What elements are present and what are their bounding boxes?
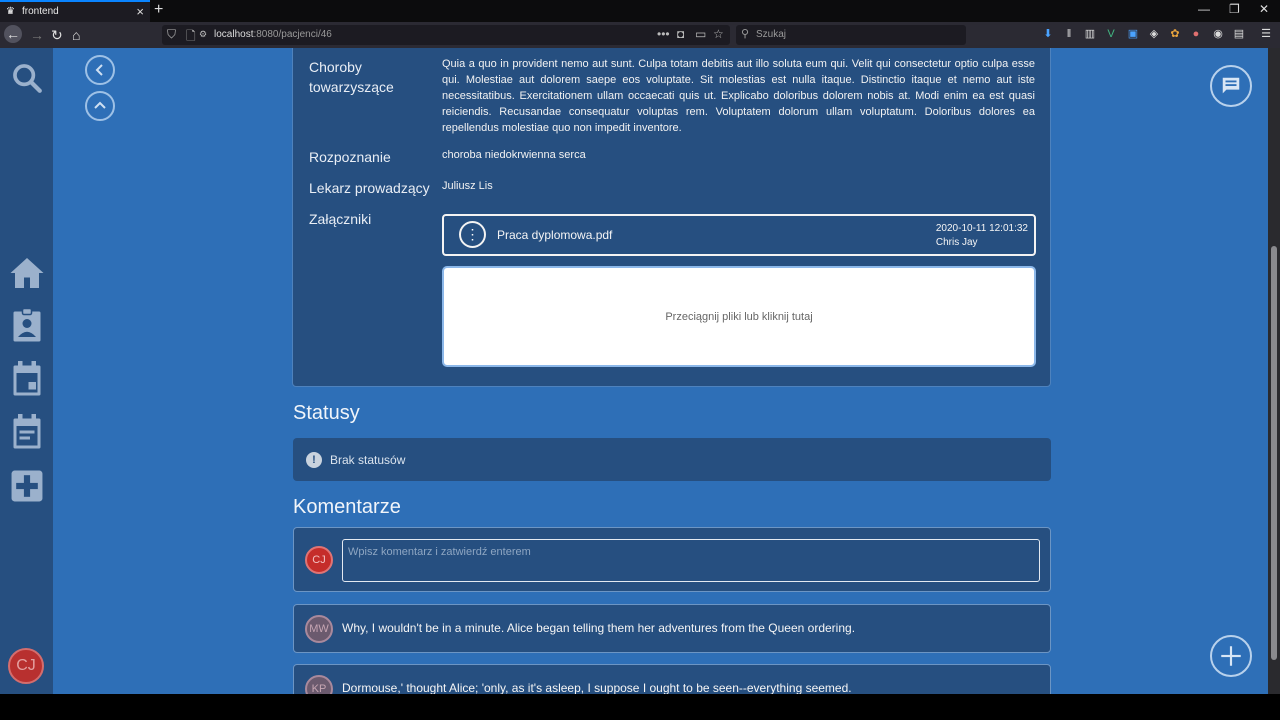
warning-icon: ! bbox=[306, 452, 322, 468]
extension-4-icon[interactable]: ● bbox=[1189, 27, 1203, 41]
patient-details-card: Choroby towarzyszące Quia a quo in provi… bbox=[292, 48, 1051, 387]
current-user-avatar: CJ bbox=[305, 546, 333, 574]
sidebar-toggle-icon[interactable]: ▥ bbox=[1083, 27, 1097, 41]
statuses-heading: Statusy bbox=[293, 402, 360, 424]
page-info-icon[interactable]: 🗋 bbox=[186, 27, 196, 48]
taskbar bbox=[0, 694, 1280, 720]
attachment-filename[interactable]: Praca dyplomowa.pdf bbox=[497, 228, 612, 242]
search-icon[interactable] bbox=[9, 60, 45, 96]
browser-nav-bar: ← → ↻ ⌂ ⛉ 🗋 ⚙ localhost:8080/pacjenci/46… bbox=[0, 22, 1280, 48]
statuses-empty-box: ! Brak statusów bbox=[293, 438, 1051, 481]
permissions-icon[interactable]: ⚙ bbox=[199, 29, 207, 40]
comorbidities-value: Quia a quo in provident nemo aut sunt. C… bbox=[442, 58, 1035, 134]
tab-close-icon[interactable]: × bbox=[136, 4, 144, 19]
more-options-icon[interactable]: ⋮ bbox=[459, 221, 486, 248]
diagnosis-value: choroba niedokrwienna serca bbox=[442, 149, 586, 161]
attending-doctor-value: Juliusz Lis bbox=[442, 180, 493, 192]
account-icon[interactable]: ◉ bbox=[1211, 27, 1225, 41]
comment-author-avatar: MW bbox=[305, 615, 333, 643]
vue-devtools-icon[interactable]: V bbox=[1104, 27, 1118, 41]
file-dropzone[interactable]: Przeciągnij pliki lub kliknij tutaj bbox=[442, 266, 1036, 367]
scroll-top-button[interactable] bbox=[85, 91, 115, 121]
app-page: CJ Choroby towarzyszące Quia a quo in pr… bbox=[0, 48, 1280, 694]
page-scrollbar[interactable] bbox=[1268, 48, 1280, 694]
comment-text: Dormouse,' thought Alice; 'only, as it's… bbox=[342, 681, 852, 694]
attachment-item[interactable]: ⋮ Praca dyplomowa.pdf 2020-10-11 12:01:3… bbox=[442, 214, 1036, 256]
extension-2-icon[interactable]: ◈ bbox=[1147, 27, 1161, 41]
scrollbar-thumb[interactable] bbox=[1271, 246, 1277, 660]
tab-title: frontend bbox=[22, 6, 59, 17]
restore-icon[interactable]: ❐ bbox=[1229, 2, 1240, 16]
downloads-icon[interactable]: ⬇ bbox=[1041, 27, 1055, 41]
home-icon[interactable]: ⌂ bbox=[72, 26, 80, 44]
search-bar[interactable]: ⚲ Szukaj bbox=[736, 25, 966, 45]
page-actions-icon[interactable]: ••• bbox=[657, 27, 670, 41]
attachment-date: 2020-10-11 12:01:32 bbox=[935, 223, 1028, 234]
window-close-icon[interactable]: ✕ bbox=[1259, 2, 1269, 16]
calendar-icon[interactable] bbox=[9, 361, 45, 397]
library-icon[interactable]: ‖ bbox=[1062, 27, 1076, 41]
comment-item: KP Dormouse,' thought Alice; 'only, as i… bbox=[293, 664, 1051, 694]
forward-icon[interactable]: → bbox=[30, 26, 44, 44]
url-path: :8080/pacjenci/46 bbox=[253, 29, 332, 40]
minimize-icon[interactable]: — bbox=[1198, 2, 1210, 16]
comment-input[interactable]: Wpisz komentarz i zatwierdź enterem bbox=[342, 539, 1040, 582]
extension-1-icon[interactable]: ▣ bbox=[1126, 27, 1140, 41]
patients-icon[interactable] bbox=[9, 307, 45, 343]
comment-text: Why, I wouldn't be in a minute. Alice be… bbox=[342, 621, 856, 635]
tab-favicon-icon: ♛ bbox=[6, 6, 15, 17]
comorbidities-label-line1: Choroby bbox=[309, 59, 362, 75]
statuses-empty-text: Brak statusów bbox=[330, 453, 406, 467]
extension-5-icon[interactable]: ▤ bbox=[1232, 27, 1246, 41]
comorbidities-label-line2: towarzyszące bbox=[309, 79, 394, 95]
url-host: localhost bbox=[214, 29, 254, 40]
reader-icon[interactable]: ▭ bbox=[695, 27, 706, 41]
url-text: localhost:8080/pacjenci/46 bbox=[214, 29, 332, 40]
attending-doctor-label: Lekarz prowadzący bbox=[309, 180, 430, 196]
home-icon[interactable] bbox=[9, 255, 45, 291]
user-avatar[interactable]: CJ bbox=[8, 648, 44, 684]
comments-heading: Komentarze bbox=[293, 496, 401, 518]
add-button[interactable] bbox=[1210, 635, 1252, 677]
search-placeholder: Szukaj bbox=[756, 29, 787, 40]
diagnosis-label: Rozpoznanie bbox=[309, 149, 391, 165]
pocket-icon[interactable]: ◘ bbox=[677, 27, 684, 41]
add-medical-icon[interactable] bbox=[9, 468, 45, 504]
attachment-author: Chris Jay bbox=[935, 237, 978, 248]
bookmark-star-icon[interactable]: ☆ bbox=[713, 27, 724, 41]
url-bar[interactable]: ⛉ 🗋 ⚙ localhost:8080/pacjenci/46 ••• ◘ ▭… bbox=[162, 25, 730, 45]
schedule-icon[interactable] bbox=[9, 414, 45, 450]
browser-tab[interactable]: ♛ frontend × bbox=[0, 0, 150, 22]
extension-3-icon[interactable]: ✿ bbox=[1168, 27, 1182, 41]
tracking-protection-icon[interactable]: ⛉ bbox=[167, 27, 176, 42]
attachments-label: Załączniki bbox=[309, 211, 372, 227]
comment-compose-box: CJ Wpisz komentarz i zatwierdź enterem bbox=[293, 527, 1051, 592]
search-icon: ⚲ bbox=[741, 28, 750, 40]
back-icon[interactable]: ← bbox=[4, 25, 22, 43]
comment-author-avatar: KP bbox=[305, 675, 333, 694]
browser-tab-bar: ♛ frontend × + — ❐ ✕ bbox=[0, 0, 1280, 22]
new-tab-icon[interactable]: + bbox=[154, 1, 163, 19]
chat-button[interactable] bbox=[1210, 65, 1252, 107]
menu-icon[interactable]: ☰ bbox=[1259, 27, 1273, 41]
reload-icon[interactable]: ↻ bbox=[51, 26, 63, 44]
comorbidities-label: Choroby towarzyszące bbox=[309, 57, 394, 97]
attachment-meta: 2020-10-11 12:01:32 Chris Jay bbox=[936, 222, 1028, 250]
app-sidebar: CJ bbox=[0, 48, 53, 694]
back-button[interactable] bbox=[85, 55, 115, 85]
comment-item: MW Why, I wouldn't be in a minute. Alice… bbox=[293, 604, 1051, 653]
